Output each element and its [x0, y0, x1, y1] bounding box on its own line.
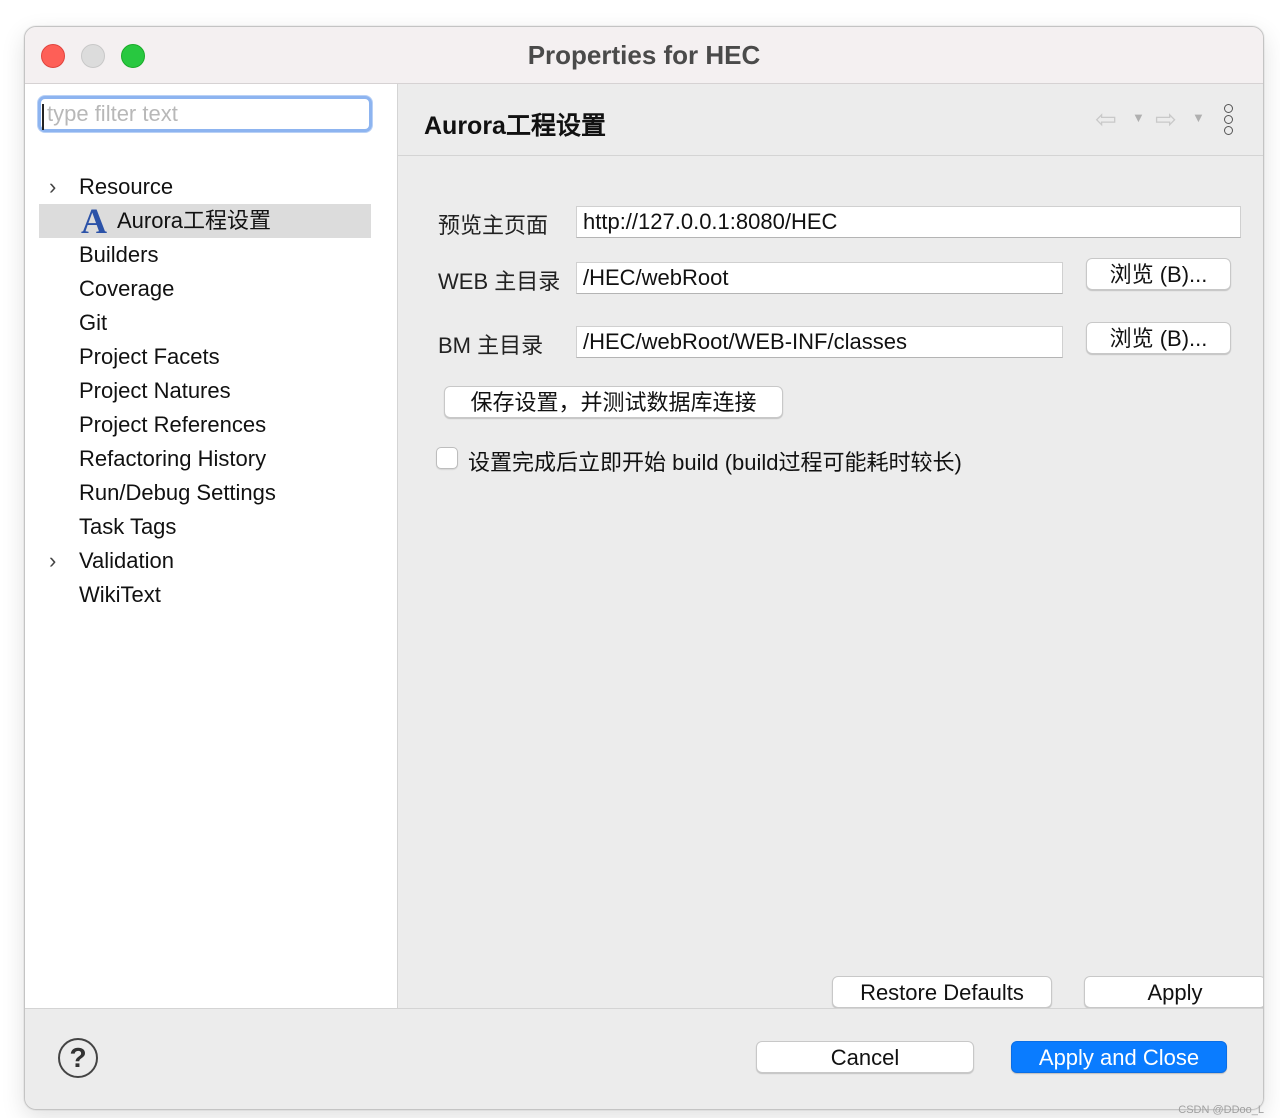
- preview-page-label: 预览主页面: [438, 213, 549, 238]
- tree-item-aurora-settings[interactable]: A Aurora工程设置: [39, 201, 371, 241]
- panel-title: Aurora工程设置: [424, 112, 606, 140]
- tree-item-wikitext[interactable]: WikiText: [39, 578, 371, 612]
- bm-root-field[interactable]: [576, 326, 1063, 358]
- tree-item-label: Project References: [79, 412, 267, 437]
- tree-item-label: Builders: [79, 242, 159, 267]
- preferences-sidebar: › Resource A Aurora工程设置 Builders Coverag…: [25, 84, 398, 1008]
- tree-item-label: Coverage: [79, 276, 175, 301]
- chevron-right-icon[interactable]: ›: [49, 544, 56, 578]
- chevron-right-icon[interactable]: ›: [49, 170, 56, 204]
- tree-item-resource[interactable]: › Resource: [39, 170, 371, 204]
- tree-item-builders[interactable]: Builders: [39, 238, 371, 272]
- help-icon[interactable]: ?: [58, 1038, 98, 1078]
- tree-item-label: WikiText: [79, 582, 161, 607]
- settings-panel: Aurora工程设置 ⇦ ▼ ⇨ ▼ 预览主页面 WEB 主目录 浏览 (B).…: [398, 84, 1263, 1008]
- watermark: CSDN @DDoo_L: [1178, 1104, 1264, 1116]
- tree-item-refactoring-history[interactable]: Refactoring History: [39, 442, 371, 476]
- tree-item-run-debug-settings[interactable]: Run/Debug Settings: [39, 476, 371, 510]
- back-dropdown-icon[interactable]: ▼: [1132, 110, 1145, 125]
- web-root-field[interactable]: [576, 262, 1063, 294]
- tree-item-coverage[interactable]: Coverage: [39, 272, 371, 306]
- preview-page-field[interactable]: [576, 206, 1241, 238]
- tree-item-label: Refactoring History: [79, 446, 267, 471]
- restore-defaults-button[interactable]: Restore Defaults: [832, 976, 1052, 1008]
- tree-item-label: Run/Debug Settings: [79, 480, 276, 505]
- browse-web-root-button[interactable]: 浏览 (B)...: [1086, 258, 1231, 290]
- view-menu-icon[interactable]: [1224, 104, 1236, 137]
- tree-item-label: Git: [79, 310, 108, 335]
- filter-input[interactable]: [45, 102, 363, 126]
- filter-field[interactable]: [38, 96, 372, 132]
- tree-item-label: Project Facets: [79, 344, 220, 369]
- tree-item-label: Validation: [79, 548, 174, 573]
- properties-dialog: Properties for HEC › Resource A Aurora工程…: [24, 26, 1264, 1110]
- web-root-label: WEB 主目录: [438, 269, 561, 294]
- window-title: Properties for HEC: [527, 40, 761, 70]
- dialog-footer: ? Cancel Apply and Close: [25, 1008, 1263, 1109]
- tree-item-label: Aurora工程设置: [117, 208, 272, 233]
- tree-item-git[interactable]: Git: [39, 306, 371, 340]
- tree-item-label: Task Tags: [79, 514, 177, 539]
- bm-root-input[interactable]: [577, 327, 1062, 357]
- title-bar: Properties for HEC: [25, 27, 1263, 84]
- apply-and-close-button[interactable]: Apply and Close: [1011, 1041, 1227, 1073]
- forward-dropdown-icon[interactable]: ▼: [1192, 110, 1205, 125]
- tree-item-validation[interactable]: › Validation: [39, 544, 371, 578]
- bm-root-label: BM 主目录: [438, 333, 544, 358]
- preview-page-input[interactable]: [577, 207, 1240, 237]
- tree-item-project-facets[interactable]: Project Facets: [39, 340, 371, 374]
- build-after-setup-label: 设置完成后立即开始 build (build过程可能耗时较长): [468, 450, 962, 475]
- tree-item-project-references[interactable]: Project References: [39, 408, 371, 442]
- web-root-input[interactable]: [577, 263, 1062, 293]
- tree-item-label: Resource: [79, 174, 174, 199]
- tree-item-project-natures[interactable]: Project Natures: [39, 374, 371, 408]
- forward-arrow-icon[interactable]: ⇨: [1155, 104, 1177, 135]
- save-and-test-db-button[interactable]: 保存设置，并测试数据库连接: [444, 386, 783, 418]
- tree-item-label: Project Natures: [79, 378, 231, 403]
- build-after-setup-checkbox[interactable]: [436, 447, 458, 469]
- back-arrow-icon[interactable]: ⇦: [1095, 104, 1117, 135]
- text-cursor: [42, 104, 44, 130]
- aurora-a-icon: A: [81, 201, 107, 241]
- apply-button[interactable]: Apply: [1084, 976, 1263, 1008]
- cancel-button[interactable]: Cancel: [756, 1041, 974, 1073]
- panel-header: Aurora工程设置 ⇦ ▼ ⇨ ▼: [398, 84, 1263, 156]
- tree-item-task-tags[interactable]: Task Tags: [39, 510, 371, 544]
- browse-bm-root-button[interactable]: 浏览 (B)...: [1086, 322, 1231, 354]
